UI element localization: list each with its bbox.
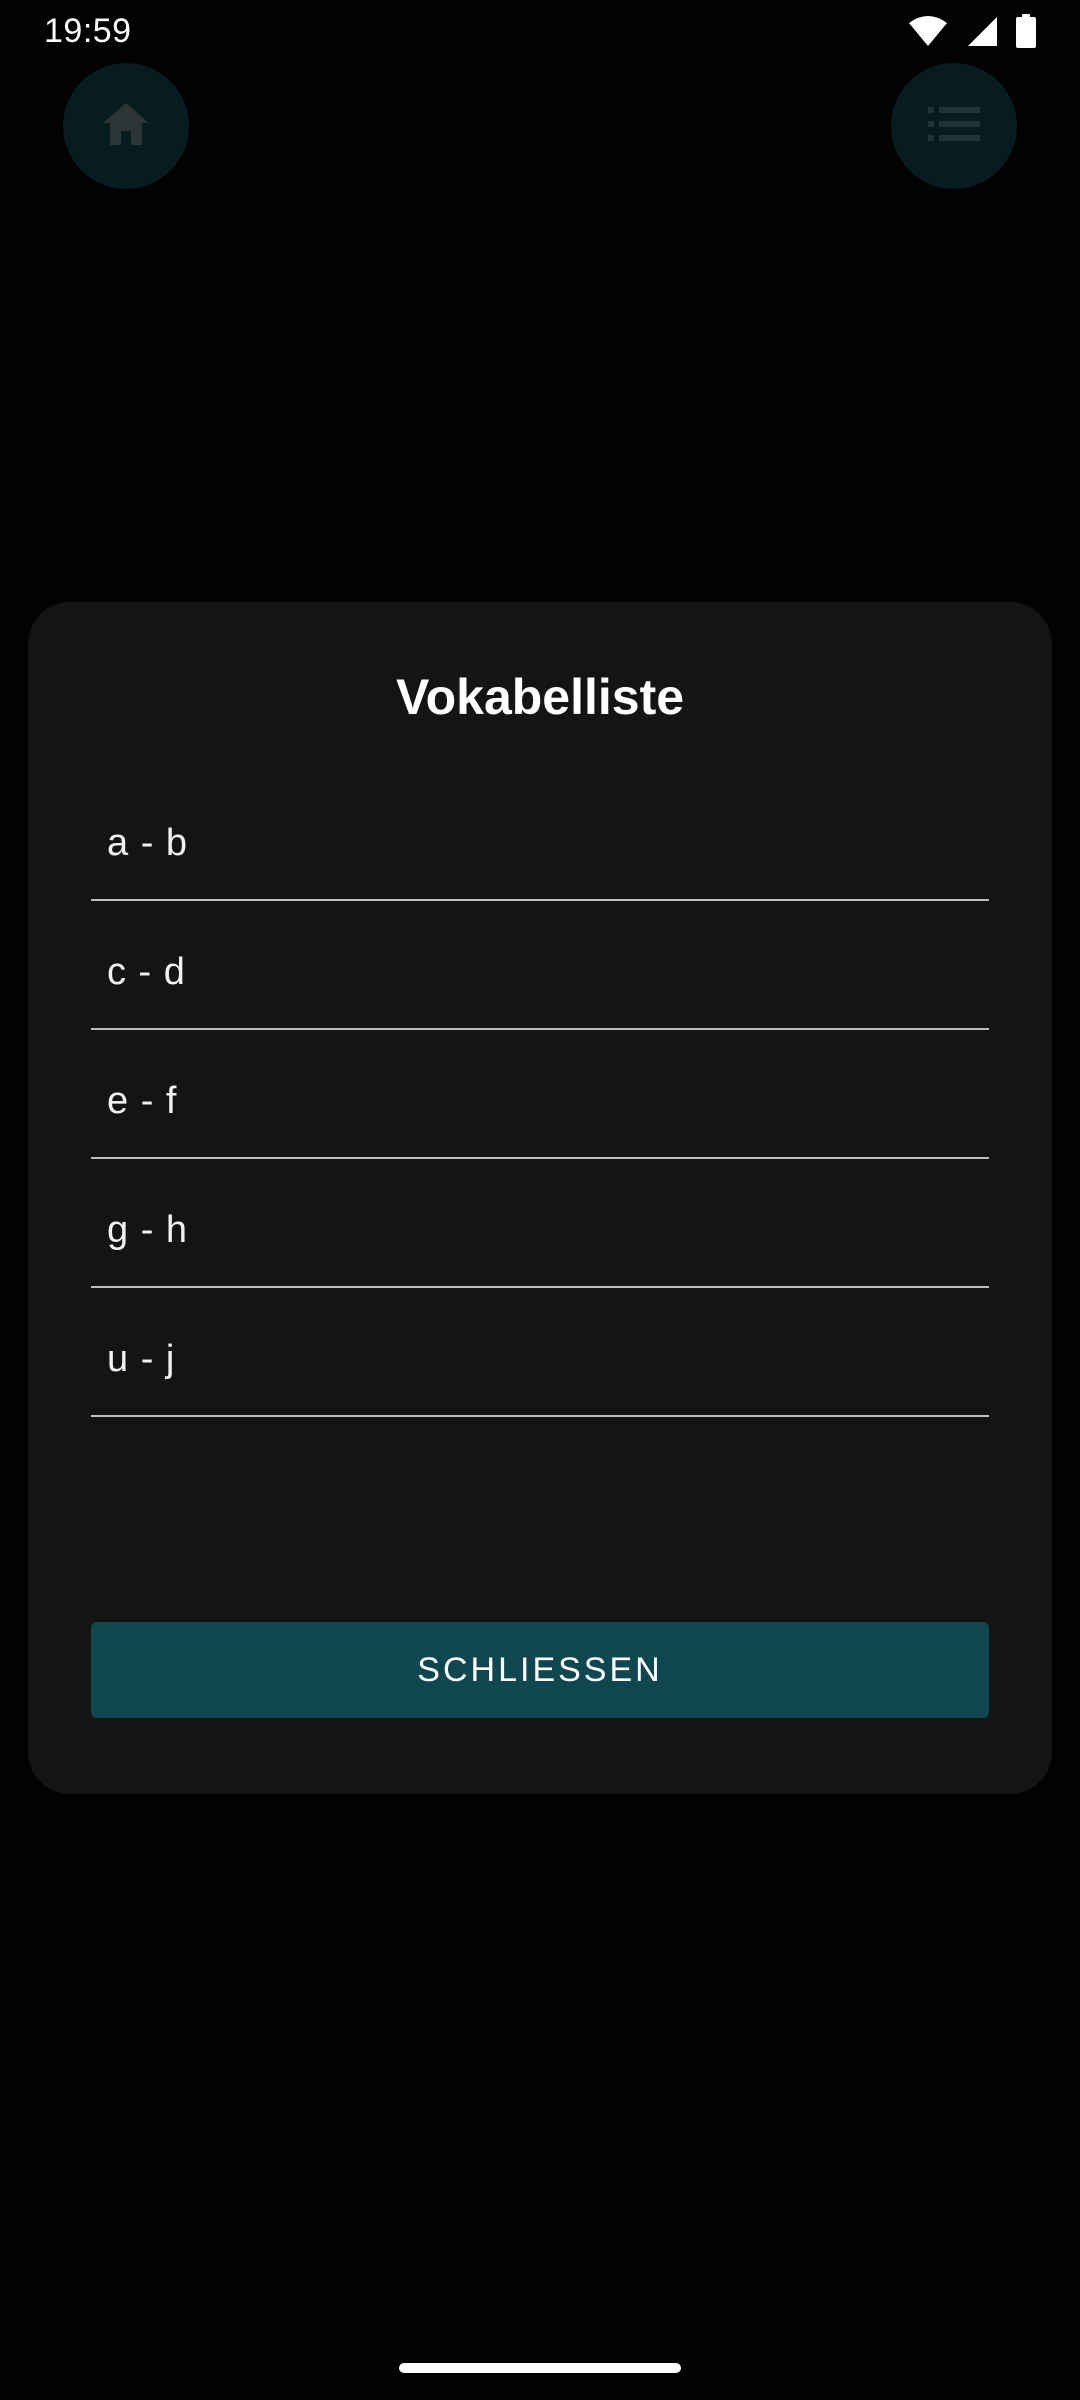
vocab-item[interactable]: c - d: [91, 901, 989, 1030]
vocab-item[interactable]: u - j: [91, 1288, 989, 1417]
vocab-list: a - b c - d e - f g - h u - j: [91, 772, 989, 1417]
vocab-list-dialog: Vokabelliste a - b c - d e - f g - h u -…: [28, 602, 1052, 1794]
gesture-nav-handle[interactable]: [399, 2363, 681, 2373]
vocab-item-label: a - b: [107, 822, 189, 864]
home-button[interactable]: [63, 63, 189, 189]
home-icon: [101, 101, 151, 152]
list-button[interactable]: [891, 63, 1017, 189]
vocab-item[interactable]: a - b: [91, 772, 989, 901]
battery-icon: [1016, 14, 1036, 48]
list-icon: [928, 106, 980, 146]
vocab-item-label: u - j: [107, 1338, 176, 1380]
screen: 19:59 Vokabelliste a - b c - d e - f g -…: [0, 0, 1080, 2400]
wifi-icon: [908, 15, 948, 47]
status-time: 19:59: [44, 11, 132, 50]
vocab-item-label: e - f: [107, 1080, 178, 1122]
vocab-item[interactable]: g - h: [91, 1159, 989, 1288]
vocab-item-label: c - d: [107, 951, 186, 993]
vocab-item[interactable]: e - f: [91, 1030, 989, 1159]
close-button[interactable]: SCHLIESSEN: [91, 1622, 989, 1718]
status-bar: 19:59: [0, 0, 1080, 62]
status-icons: [908, 14, 1036, 48]
dialog-title: Vokabelliste: [395, 669, 685, 725]
signal-icon: [966, 15, 998, 47]
vocab-item-label: g - h: [107, 1209, 189, 1251]
